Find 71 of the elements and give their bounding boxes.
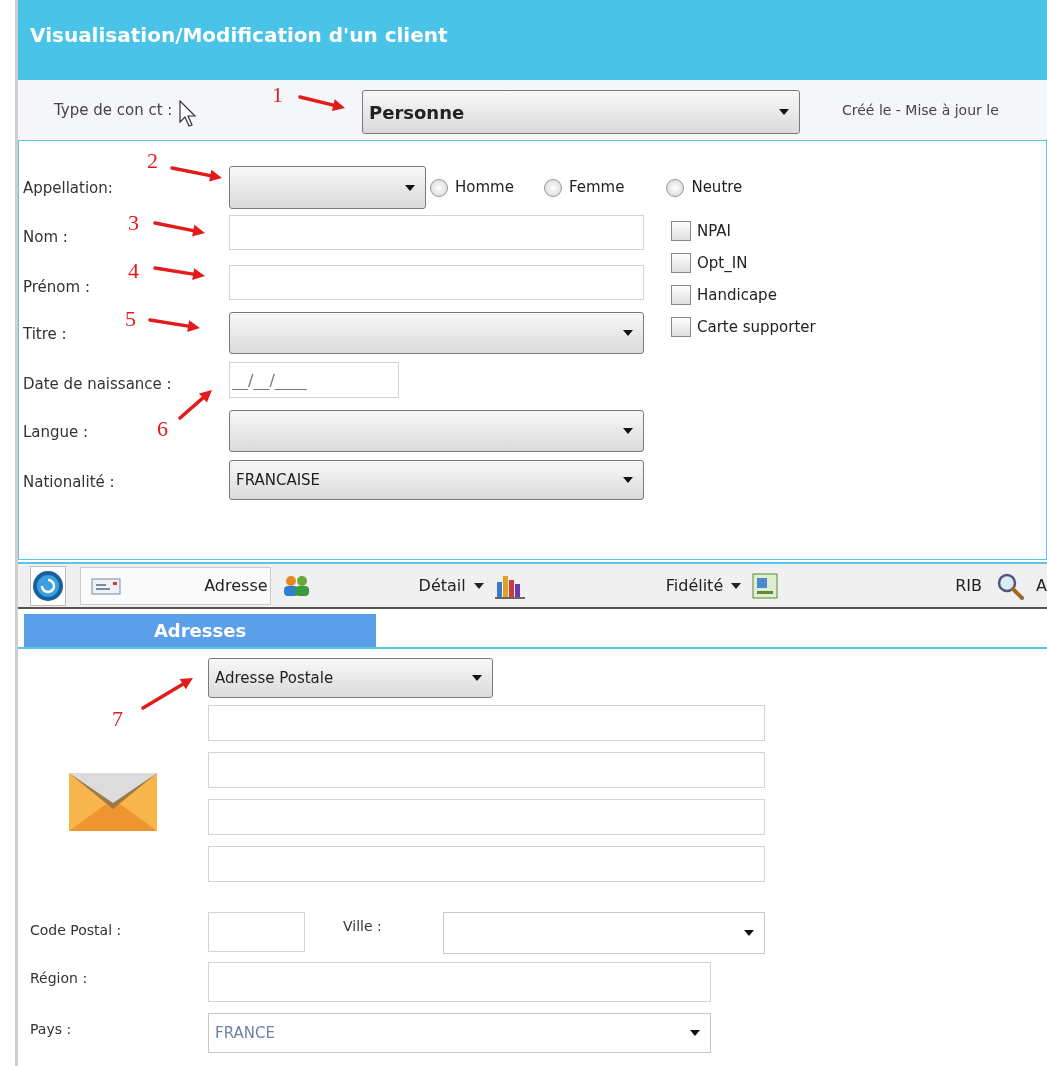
field-label: Prénom :	[23, 278, 90, 296]
toolbar-button[interactable]: Fidélité	[665, 573, 742, 598]
callout-number: 5	[125, 308, 136, 330]
checkbox-label: Carte supporter	[697, 316, 816, 338]
window-title: Visualisation/Modification d'un client	[30, 22, 449, 49]
field-label: Code Postal :	[30, 922, 122, 938]
card-icon	[91, 575, 122, 596]
radio-label: Neutre	[691, 177, 743, 199]
toolbar-button[interactable]: RIB	[955, 573, 983, 598]
text-field[interactable]	[208, 962, 711, 1002]
text-field[interactable]	[208, 846, 765, 882]
field-label: Pays :	[30, 1021, 72, 1037]
caret-icon	[779, 109, 789, 115]
caret-icon	[623, 330, 633, 336]
caret-icon	[405, 184, 415, 191]
contact-card-icon[interactable]	[751, 571, 780, 600]
dropdown[interactable]: FRANCAISE	[229, 460, 644, 500]
date-field[interactable]: __/__/____	[229, 362, 399, 398]
field-label: Nationalité :	[23, 473, 115, 491]
dropdown[interactable]: FRANCE	[208, 1013, 711, 1053]
callout-number: 7	[112, 708, 123, 730]
caret-icon	[731, 582, 742, 589]
caret-icon	[623, 477, 633, 483]
field-label: Langue :	[23, 423, 89, 441]
checkbox[interactable]	[671, 285, 691, 305]
field-label: Date de naissance :	[23, 375, 172, 393]
field-label: Titre :	[23, 325, 67, 343]
toolbar-button[interactable]: Adresse	[80, 566, 271, 605]
field-label: Type de con ct :	[54, 101, 173, 119]
dropdown[interactable]: Personne	[362, 90, 800, 134]
callout-number: 6	[157, 418, 168, 440]
dropdown[interactable]	[229, 312, 644, 354]
checkbox[interactable]	[671, 221, 691, 241]
dropdown[interactable]: Adresse Postale	[208, 658, 493, 698]
text-field[interactable]	[229, 215, 644, 250]
text-field[interactable]	[208, 705, 765, 741]
caret-icon	[623, 428, 633, 434]
caret-icon	[690, 1030, 700, 1036]
dropdown[interactable]	[229, 410, 644, 452]
text-field[interactable]	[208, 752, 765, 788]
callout-number: 3	[128, 212, 139, 234]
checkbox-label: NPAI	[697, 220, 731, 242]
field-label: Ville :	[343, 918, 382, 934]
toolbar-button[interactable]: Détail	[418, 573, 484, 598]
envelope-icon	[69, 773, 157, 831]
callout-number: 4	[128, 260, 139, 282]
checkbox[interactable]	[671, 253, 691, 273]
callout-number: 2	[147, 150, 158, 172]
text-field[interactable]	[229, 265, 644, 300]
caret-icon	[473, 582, 484, 589]
radio-label: Femme	[568, 177, 625, 199]
radio-button[interactable]	[430, 178, 448, 197]
caret-icon	[472, 675, 482, 681]
field-label: Nom :	[23, 228, 68, 246]
radio-button[interactable]	[666, 178, 685, 197]
radio-button[interactable]	[543, 178, 562, 197]
search-icon[interactable]	[996, 571, 1025, 600]
meta-text: Créé le - Mise à jour le	[842, 100, 999, 120]
checkbox-label: Opt_IN	[697, 252, 748, 274]
field-label: Région :	[30, 970, 88, 986]
checkbox-label: Handicape	[697, 284, 777, 306]
mouse-pointer-icon	[179, 100, 199, 128]
checkbox[interactable]	[671, 317, 691, 337]
caret-icon	[744, 930, 754, 936]
callout-number: 1	[272, 84, 283, 106]
dropdown[interactable]	[229, 166, 426, 209]
toolbar-button[interactable]: A	[1036, 573, 1047, 598]
text-field[interactable]	[208, 912, 305, 952]
field-label: Appellation:	[23, 178, 113, 197]
text-field[interactable]	[208, 799, 765, 835]
radio-label: Homme	[455, 177, 514, 199]
